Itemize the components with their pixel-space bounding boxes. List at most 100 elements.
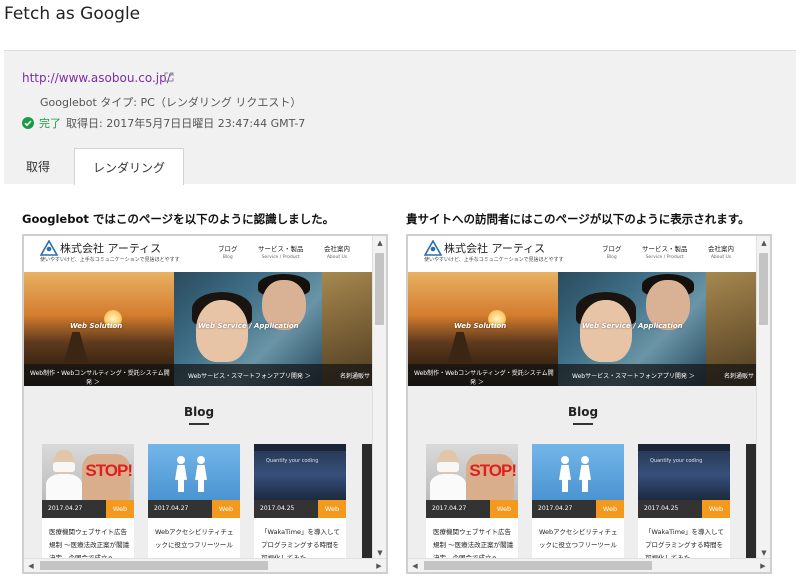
blog-card[interactable]: 2017.04.27 Web Webアクセシビリティチェックに役立つフリーツール bbox=[148, 444, 240, 572]
googlebot-view-caption: Googlebot ではこのページを以下のように認識しました。 bbox=[22, 212, 335, 226]
hero-web-solution[interactable]: Web Solution Web制作・Webコンサルティング・受託システム開 発… bbox=[24, 272, 174, 386]
site-tagline: 使いやすいけど、上手なコミュニケーションで見捨ほとやすす bbox=[40, 257, 180, 263]
site-header: 株式会社 アーティス 使いやすいけど、上手なコミュニケーションで見捨ほとやすす … bbox=[408, 236, 758, 272]
scroll-up-icon[interactable]: ▲ bbox=[757, 236, 770, 250]
external-link-icon[interactable] bbox=[164, 72, 174, 82]
card-image-stop: STOP! bbox=[426, 444, 518, 500]
card-category-badge[interactable]: Web bbox=[490, 500, 518, 518]
doctor-mask bbox=[437, 462, 459, 472]
site-logo-text: 株式会社 アーティス bbox=[60, 242, 162, 255]
hero-caption-bar: Web制作・Webコンサルティング・受託システム開 発 ＞ bbox=[24, 364, 174, 386]
scroll-up-icon[interactable]: ▲ bbox=[373, 236, 386, 250]
horizontal-scrollbar[interactable]: ◀ ▶ bbox=[24, 558, 386, 572]
vertical-scroll-thumb[interactable] bbox=[375, 253, 384, 325]
vertical-scrollbar[interactable]: ▲ ▼ bbox=[756, 236, 770, 560]
hero-caption-bar: Web制作・Webコンサルティング・受託システム開 発 ＞ bbox=[408, 364, 558, 386]
nav-service-label: サービス・製品 bbox=[258, 245, 304, 253]
nav-about[interactable]: 会社案内 About Us bbox=[708, 243, 734, 260]
blog-card[interactable]: STOP! 2017.04.27 Web 医療機関ウェブサイト広告規制 ～医療法… bbox=[426, 444, 518, 572]
nav-service-sub: Service / Product bbox=[261, 255, 300, 260]
hero-business-card[interactable]: 名刺通販サ bbox=[706, 272, 758, 386]
fetched-url-link[interactable]: http://www.asobou.co.jp/ bbox=[22, 71, 171, 85]
visitor-render-frame: 株式会社 アーティス 使いやすいけど、上手なコミュニケーションで見捨ほとやすす … bbox=[406, 234, 772, 574]
nav-about[interactable]: 会社案内 About Us bbox=[324, 243, 350, 260]
card-category-badge[interactable]: Web bbox=[318, 500, 346, 518]
card-category-badge[interactable]: Web bbox=[702, 500, 730, 518]
person-face bbox=[196, 300, 248, 362]
hero-web-service[interactable]: Web Service / Application Webサービス・スマートフォ… bbox=[558, 272, 706, 386]
nav-about-sub: About Us bbox=[710, 255, 732, 260]
nav-service-label: サービス・製品 bbox=[642, 245, 688, 253]
blog-heading: Blog bbox=[567, 405, 599, 419]
hero-business-card[interactable]: 名刺通販サ bbox=[322, 272, 374, 386]
pier-shape bbox=[448, 332, 472, 362]
blog-card[interactable]: 2017.04.27 Web Webアクセシビリティチェックに役立つフリーツール bbox=[532, 444, 624, 572]
hero-label: Web Service / Application bbox=[198, 322, 299, 330]
hero-caption: 名刺通販サ bbox=[724, 373, 755, 380]
card-category-badge[interactable]: Web bbox=[596, 500, 624, 518]
card-image-programming: Quantify your coding bbox=[254, 444, 346, 500]
hero-caption-line2: 発 ＞ bbox=[86, 379, 100, 386]
hero-caption-line: Web制作・Webコンサルティング・受託システム開 bbox=[30, 370, 170, 377]
card-title: Webアクセシビリティチェックに役立つフリーツール bbox=[539, 528, 618, 549]
tab-fetch[interactable]: 取得 bbox=[4, 148, 72, 184]
card-date: 2017.04.25 bbox=[644, 505, 679, 512]
site-logo-text: 株式会社 アーティス bbox=[444, 242, 546, 255]
person-figure-icon bbox=[578, 456, 592, 492]
hero-caption-line: Web制作・Webコンサルティング・受託システム開 bbox=[414, 370, 554, 377]
blog-heading-underline bbox=[189, 423, 209, 425]
scroll-left-icon[interactable]: ◀ bbox=[24, 559, 38, 572]
person-figure-icon bbox=[194, 456, 208, 492]
nav-service[interactable]: サービス・製品 Service / Product bbox=[642, 243, 688, 260]
logo-icon bbox=[424, 240, 442, 256]
logo-icon bbox=[40, 240, 58, 256]
card-category-badge[interactable]: Web bbox=[212, 500, 240, 518]
googlebot-render-frame: 株式会社 アーティス 使いやすいけど、上手なコミュニケーションで見捨ほとやすす … bbox=[22, 234, 388, 574]
hero-web-service[interactable]: Web Service / Application Webサービス・スマートフォ… bbox=[174, 272, 322, 386]
blog-card[interactable]: Quantify your coding 2017.04.25 Web 「Wak… bbox=[638, 444, 730, 572]
blog-card[interactable]: Quantify your coding 2017.04.25 Web 「Wak… bbox=[254, 444, 346, 572]
stop-text: STOP! bbox=[85, 461, 133, 480]
nav-service[interactable]: サービス・製品 Service / Product bbox=[258, 243, 304, 260]
hero-caption-bar: Webサービス・スマートフォンアプリ開発 ＞ bbox=[174, 364, 322, 386]
nav-blog[interactable]: ブログ Blog bbox=[218, 243, 238, 260]
vertical-scrollbar[interactable]: ▲ ▼ bbox=[372, 236, 386, 560]
horizontal-scroll-thumb[interactable] bbox=[424, 561, 652, 570]
person-figure-icon bbox=[558, 456, 572, 492]
card-image-stop: STOP! bbox=[42, 444, 134, 500]
card-image-accessibility bbox=[148, 444, 240, 500]
site-tagline: 使いやすいけど、上手なコミュニケーションで見捨ほとやすす bbox=[424, 257, 564, 263]
person-figure-icon bbox=[174, 456, 188, 492]
blog-card[interactable]: STOP! 2017.04.27 Web 医療機関ウェブサイト広告規制 ～医療法… bbox=[42, 444, 134, 572]
vertical-scroll-thumb[interactable] bbox=[759, 253, 768, 325]
card-title: Webアクセシビリティチェックに役立つフリーツール bbox=[155, 528, 234, 549]
doctor-coat bbox=[430, 474, 466, 500]
hero-label: Web Service / Application bbox=[582, 322, 683, 330]
horizontal-scrollbar[interactable]: ◀ ▶ bbox=[408, 558, 770, 572]
scroll-right-icon[interactable]: ▶ bbox=[756, 559, 770, 572]
fetch-status: 完了 取得日: 2017年5月7日日曜日 23:47:44 GMT-7 bbox=[22, 115, 305, 131]
card-meta: 2017.04.25 Web bbox=[638, 500, 730, 518]
nav-blog-sub: Blog bbox=[222, 255, 233, 260]
tab-rendering[interactable]: レンダリング bbox=[74, 148, 184, 185]
status-complete-label: 完了 bbox=[39, 117, 61, 130]
scroll-right-icon[interactable]: ▶ bbox=[372, 559, 386, 572]
hero-label: Web Solution bbox=[70, 322, 123, 330]
hero-web-solution[interactable]: Web Solution Web制作・Webコンサルティング・受託システム開 発… bbox=[408, 272, 558, 386]
horizontal-scroll-thumb[interactable] bbox=[40, 561, 268, 570]
scroll-left-icon[interactable]: ◀ bbox=[408, 559, 422, 572]
googlebot-type: Googlebot タイプ: PC（レンダリング リクエスト） bbox=[40, 96, 302, 109]
card-date: 2017.04.27 bbox=[432, 505, 467, 512]
nav-about-label: 会社案内 bbox=[324, 245, 350, 253]
card-category-badge[interactable]: Web bbox=[106, 500, 134, 518]
page-title: Fetch as Google bbox=[4, 4, 141, 24]
card-date: 2017.04.25 bbox=[260, 505, 295, 512]
nav-blog[interactable]: ブログ Blog bbox=[602, 243, 622, 260]
blog-heading-underline bbox=[573, 423, 593, 425]
nav-about-label: 会社案内 bbox=[708, 245, 734, 253]
hero-caption: Webサービス・スマートフォンアプリ開発 ＞ bbox=[572, 373, 695, 380]
card-image-text: Quantify your coding bbox=[266, 458, 319, 464]
hero-caption-line2: 発 ＞ bbox=[470, 379, 484, 386]
visitor-view-caption: 貴サイトへの訪問者にはこのページが以下のように表示されます。 bbox=[406, 212, 750, 226]
card-image-accessibility bbox=[532, 444, 624, 500]
